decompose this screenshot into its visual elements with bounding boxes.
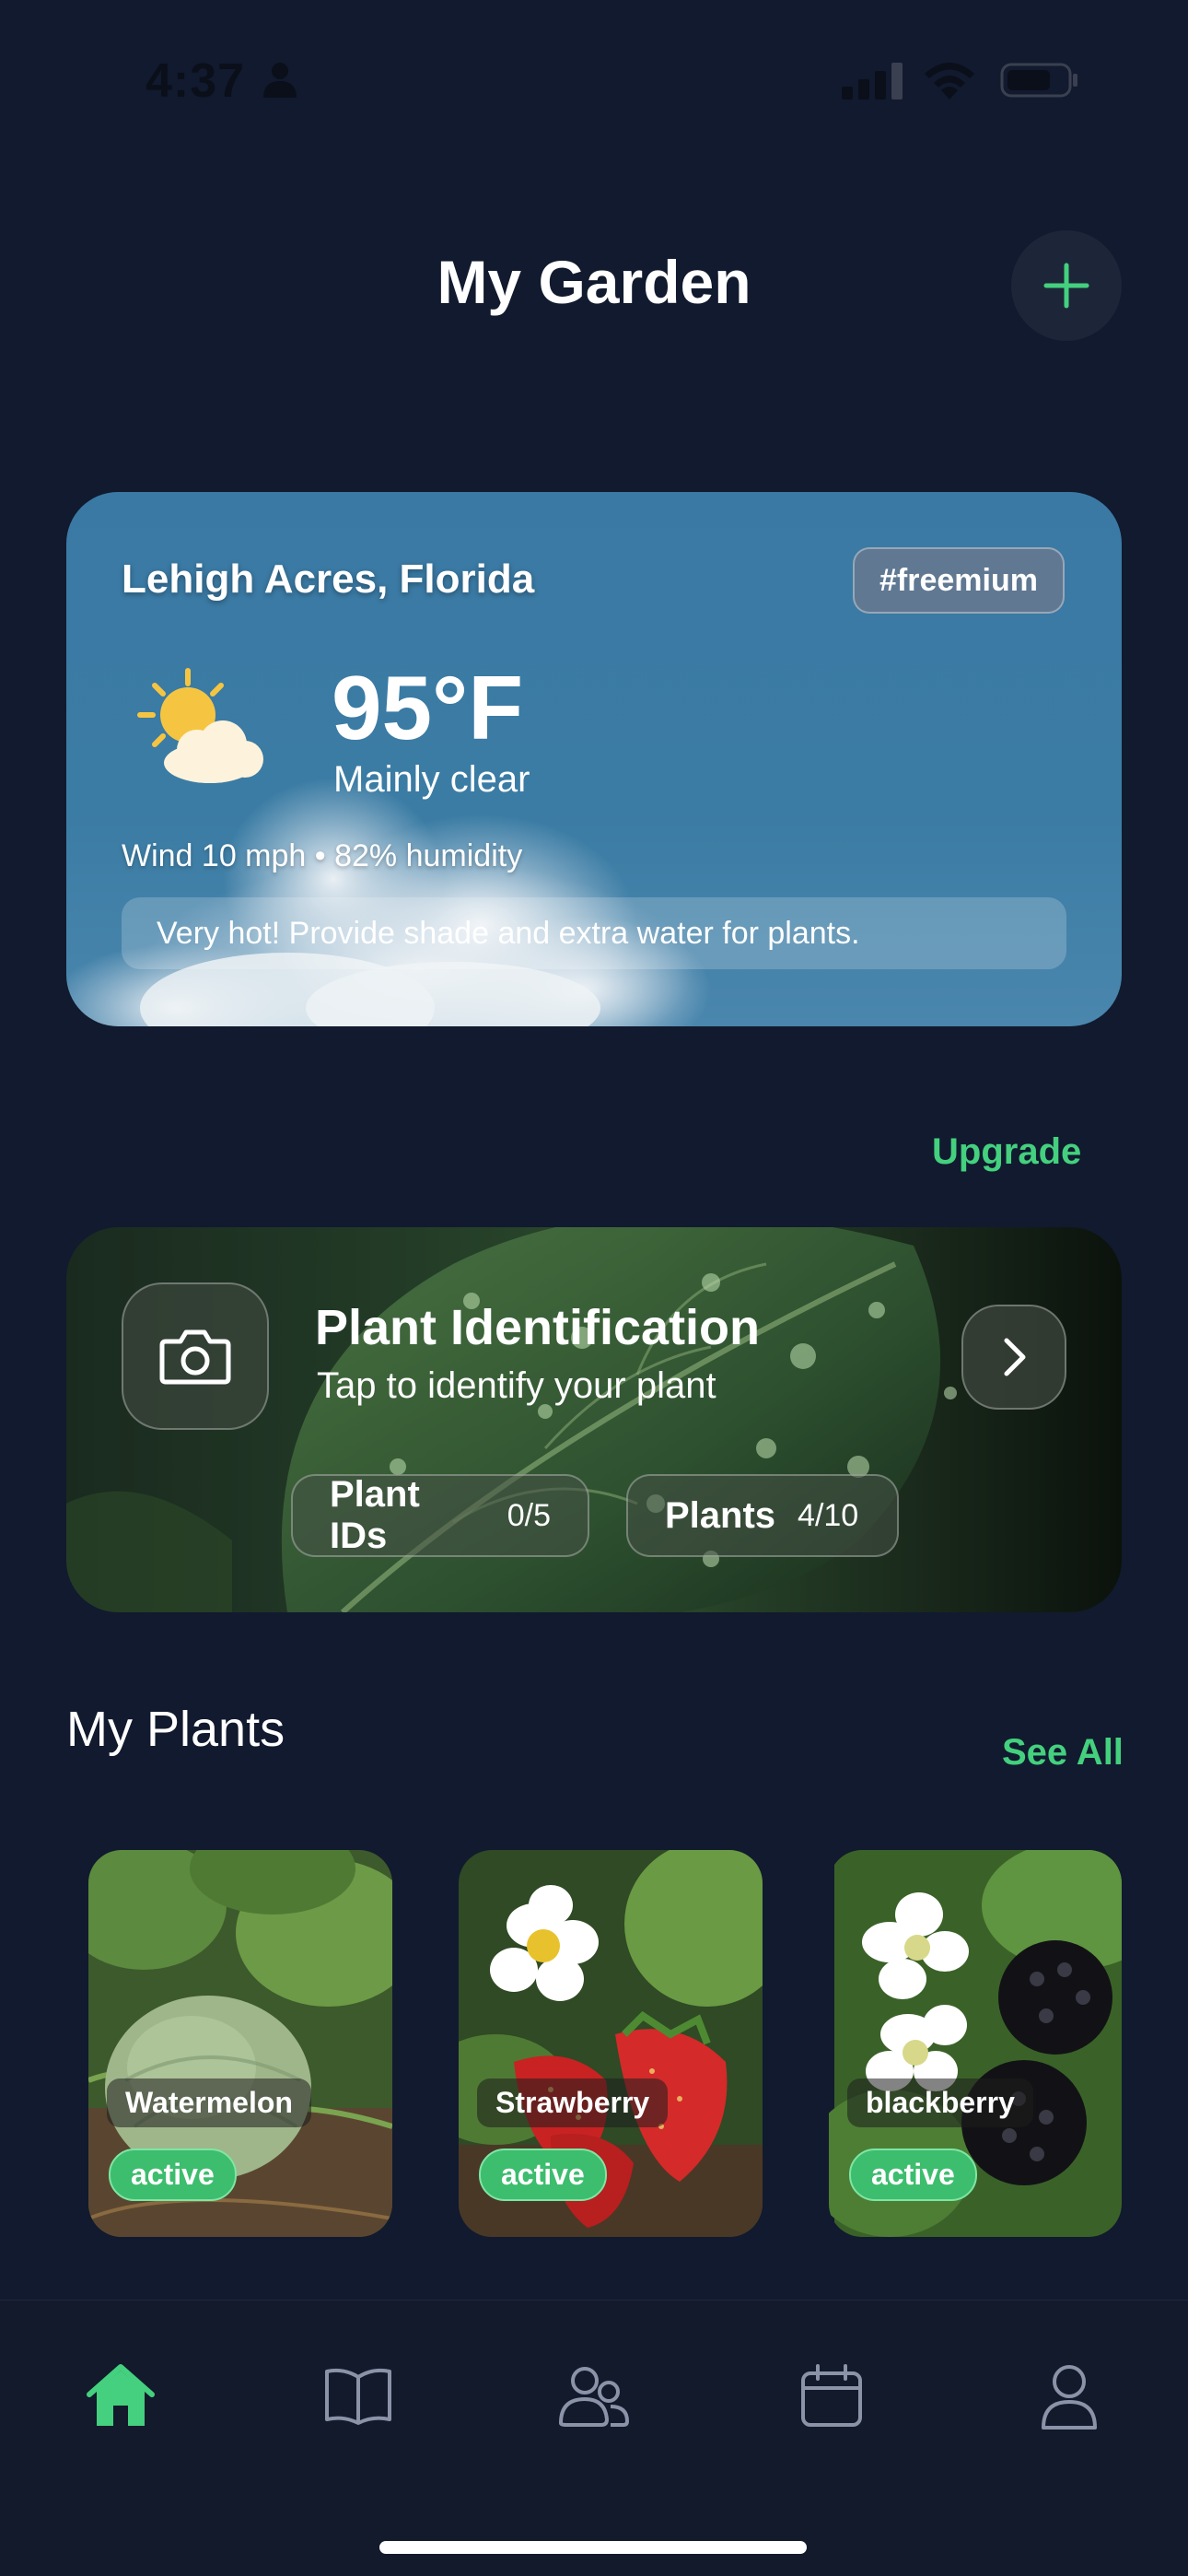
wind-humidity: Wind 10 mph • 82% humidity <box>122 838 523 873</box>
tab-bar <box>0 2300 1188 2576</box>
status-time: 4:37 <box>146 54 246 108</box>
person-icon <box>263 63 297 98</box>
status-badge: active <box>479 2149 607 2201</box>
plant-identification-card[interactable]: Plant Identification Tap to identify you… <box>66 1227 1122 1612</box>
camera-button[interactable] <box>122 1282 269 1430</box>
plant-identification-title: Plant Identification <box>315 1300 761 1355</box>
upgrade-link[interactable]: Upgrade <box>932 1131 1081 1173</box>
tab-calendar[interactable] <box>790 2355 873 2438</box>
stat-label: Plants <box>665 1494 776 1536</box>
plant-name: Watermelon <box>107 2078 311 2127</box>
plant-card-blackberry[interactable]: blackberry active <box>829 1850 1122 2237</box>
stat-value: 4/10 <box>798 1497 859 1533</box>
plant-card-strawberry[interactable]: Strawberry active <box>459 1850 763 2237</box>
battery-icon <box>1000 63 1077 98</box>
chevron-right-icon <box>1004 1338 1026 1376</box>
stat-label: Plant IDs <box>330 1474 420 1556</box>
tab-profile[interactable] <box>1028 2355 1111 2438</box>
plant-identification-subtitle: Tap to identify your plant <box>317 1365 716 1406</box>
status-badge: active <box>109 2149 237 2201</box>
camera-icon <box>159 1329 231 1385</box>
plus-icon <box>1043 263 1089 309</box>
tab-library[interactable] <box>317 2355 400 2438</box>
profile-icon <box>1042 2365 1097 2430</box>
calendar-icon <box>801 2364 862 2427</box>
plant-name: blackberry <box>847 2078 1033 2127</box>
home-icon <box>87 2364 155 2426</box>
tab-home[interactable] <box>79 2355 162 2438</box>
add-plant-button[interactable] <box>1011 230 1122 341</box>
weather-advice: Very hot! Provide shade and extra water … <box>122 897 1066 969</box>
see-all-link[interactable]: See All <box>1002 1732 1124 1774</box>
open-identification-button[interactable] <box>961 1305 1066 1410</box>
community-icon <box>558 2367 630 2427</box>
signal-icon <box>842 63 903 100</box>
plan-badge: #freemium <box>853 547 1065 614</box>
status-bar: 4:37 <box>0 0 1188 157</box>
status-badge: active <box>849 2149 977 2201</box>
my-plants-title: My Plants <box>66 1702 285 1757</box>
plant-name: Strawberry <box>477 2078 669 2127</box>
tab-community[interactable] <box>553 2355 635 2438</box>
home-indicator <box>379 2541 807 2554</box>
stat-value: 0/5 <box>507 1497 551 1533</box>
weather-card[interactable]: Lehigh Acres, Florida #freemium 95°F Mai… <box>66 492 1122 1026</box>
plants-stat: Plants 4/10 <box>626 1474 899 1557</box>
location-label: Lehigh Acres, Florida <box>122 556 535 602</box>
partly-sunny-icon <box>137 668 263 783</box>
plant-ids-stat: Plant IDs 0/5 <box>291 1474 589 1557</box>
temperature: 95°F <box>332 657 524 758</box>
page-title: My Garden <box>437 248 751 316</box>
plant-card-watermelon[interactable]: Watermelon active <box>88 1850 392 2237</box>
book-icon <box>325 2368 391 2425</box>
weather-condition: Mainly clear <box>333 759 530 800</box>
wifi-icon <box>925 63 974 100</box>
